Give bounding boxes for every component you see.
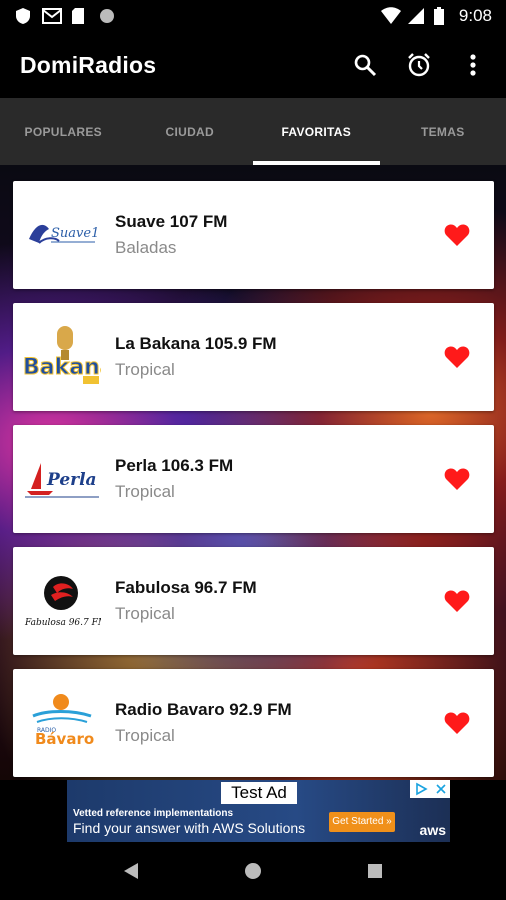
station-genre: Tropical: [115, 482, 175, 501]
status-bar: 9:08: [0, 0, 506, 32]
fabulosa-logo: Fabulosa 96.7 FM: [23, 562, 101, 640]
perla-logo-text: Perla: [46, 470, 97, 490]
battery-icon: [433, 7, 451, 25]
fabulosa-logo-text: Fabulosa 96.7 FM: [24, 618, 101, 628]
back-icon[interactable]: [119, 859, 143, 883]
ad-label: Test Ad: [221, 782, 297, 804]
tab-favoritas[interactable]: FAVORITAS: [253, 98, 380, 165]
app-bar: DomiRadios: [0, 32, 506, 98]
station-genre: Baladas: [115, 238, 177, 257]
ad-headline: Vetted reference implementations: [73, 808, 234, 819]
gmail-icon: [42, 7, 62, 25]
tab-populares[interactable]: POPULARES: [0, 98, 127, 165]
app-title: DomiRadios: [20, 51, 157, 78]
circle-icon: [98, 7, 116, 25]
status-time: 9:08: [458, 6, 492, 25]
perla-logo: Perla: [23, 440, 101, 518]
suave-logo-text: Suave107: [51, 226, 99, 241]
heart-icon[interactable]: [442, 220, 472, 250]
recents-icon[interactable]: [363, 859, 387, 883]
heart-icon[interactable]: [442, 464, 472, 494]
home-icon[interactable]: [241, 859, 265, 883]
bavaro-logo-text: Bávaro: [35, 730, 94, 748]
more-vert-icon[interactable]: [460, 52, 486, 78]
station-name: Suave 107 FM: [115, 212, 228, 231]
heart-icon[interactable]: [442, 708, 472, 738]
tab-temas[interactable]: TEMAS: [380, 98, 506, 165]
ad-cta-button[interactable]: Get Started »: [329, 812, 395, 832]
suave-logo: Suave107: [23, 196, 101, 274]
station-genre: Tropical: [115, 604, 175, 623]
station-card-fabulosa[interactable]: Fabulosa 96.7 FM Fabulosa 96.7 FM Tropic…: [13, 547, 494, 655]
ad-banner[interactable]: Test Ad Vetted reference implementations…: [67, 780, 450, 842]
alarm-icon[interactable]: [406, 52, 432, 78]
bavaro-logo: RADIO Bávaro: [23, 684, 101, 762]
station-genre: Tropical: [115, 726, 175, 745]
wifi-icon: [380, 7, 401, 25]
tab-bar: POPULARES CIUDAD FAVORITAS TEMAS: [0, 98, 506, 165]
station-name: Fabulosa 96.7 FM: [115, 578, 257, 597]
station-card-perla[interactable]: Perla Perla 106.3 FM Tropical: [13, 425, 494, 533]
station-name: La Bakana 105.9 FM: [115, 334, 277, 353]
ad-body: Find your answer with AWS Solutions: [73, 820, 306, 836]
station-card-bavaro[interactable]: RADIO Bávaro Radio Bavaro 92.9 FM Tropic…: [13, 669, 494, 777]
ad-area: Test Ad Vetted reference implementations…: [0, 780, 506, 842]
signal-icon: [407, 7, 425, 25]
station-genre: Tropical: [115, 360, 175, 379]
station-card-suave[interactable]: Suave107 Suave 107 FM Baladas: [13, 181, 494, 289]
bakana-logo: Bakana: [23, 318, 101, 396]
sd-card-icon: [70, 7, 88, 25]
tab-ciudad[interactable]: CIUDAD: [127, 98, 254, 165]
heart-icon[interactable]: [442, 586, 472, 616]
station-name: Perla 106.3 FM: [115, 456, 234, 475]
heart-icon[interactable]: [442, 342, 472, 372]
station-card-bakana[interactable]: Bakana La Bakana 105.9 FM Tropical: [13, 303, 494, 411]
search-icon[interactable]: [352, 52, 378, 78]
station-name: Radio Bavaro 92.9 FM: [115, 700, 292, 719]
ad-brand: aws: [419, 822, 446, 838]
shield-icon: [14, 7, 32, 25]
ad-choices-icon[interactable]: [410, 780, 450, 798]
nav-bar: [0, 842, 506, 900]
